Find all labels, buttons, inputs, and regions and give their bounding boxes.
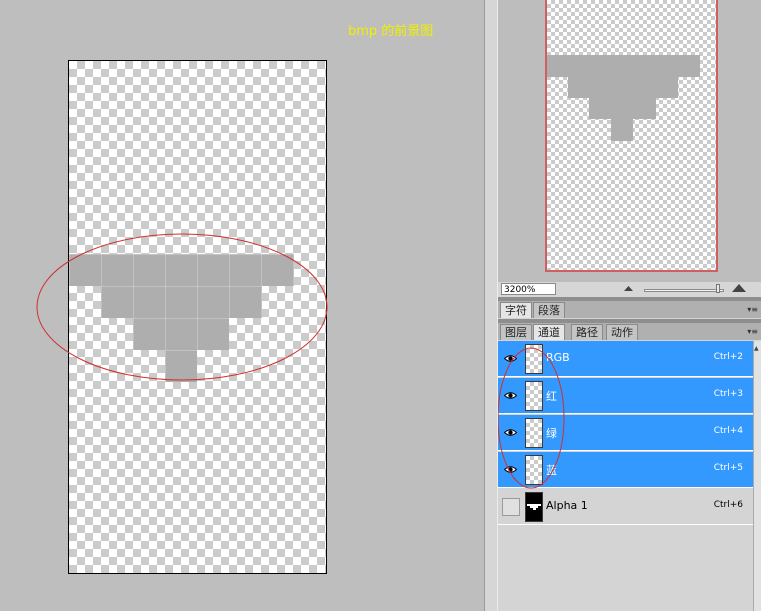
- pixel-row-2: [101, 286, 262, 318]
- annotation-title: bmp 的前景图: [348, 24, 434, 39]
- channel-shortcut: Ctrl+3: [713, 389, 743, 399]
- right-panels: 3200% 字符 段落 ▾≡ 图层 通道 路径 动作 ▾≡ RGB Ctrl+2…: [498, 0, 761, 611]
- channel-thumbnail: [525, 492, 543, 522]
- panel-divider[interactable]: [484, 0, 498, 611]
- channel-thumbnail: [525, 381, 543, 411]
- channel-shortcut: Ctrl+2: [713, 352, 743, 362]
- tab-channels[interactable]: 通道: [533, 324, 565, 340]
- channel-row-green[interactable]: 绿 Ctrl+4: [498, 415, 753, 451]
- eye-icon: [504, 466, 517, 473]
- document-canvas[interactable]: [68, 60, 327, 574]
- eye-icon: [504, 392, 517, 399]
- visibility-toggle[interactable]: [502, 350, 520, 368]
- navigator-controls: 3200%: [498, 282, 761, 297]
- zoom-input[interactable]: 3200%: [501, 283, 556, 295]
- visibility-toggle[interactable]: [502, 387, 520, 405]
- channel-shortcut: Ctrl+5: [713, 463, 743, 473]
- zoom-in-icon[interactable]: [732, 284, 746, 292]
- pixel-row-3: [133, 318, 229, 350]
- channel-row-red[interactable]: 红 Ctrl+3: [498, 378, 753, 414]
- channel-shortcut: Ctrl+6: [713, 500, 743, 510]
- char-panel-tabs: 字符 段落 ▾≡: [498, 301, 761, 318]
- zoom-out-icon[interactable]: [624, 285, 633, 291]
- nav-pixel-row-4: [611, 119, 633, 141]
- channel-row-rgb[interactable]: RGB Ctrl+2: [498, 341, 753, 377]
- channel-name: 蓝: [546, 464, 557, 477]
- zoom-slider-thumb[interactable]: [716, 284, 720, 293]
- tab-paragraph[interactable]: 段落: [533, 302, 565, 318]
- tab-layers[interactable]: 图层: [500, 324, 532, 340]
- alpha-mask-shape: [527, 504, 541, 510]
- zoom-slider[interactable]: [644, 289, 724, 292]
- channels-scrollbar[interactable]: ▲: [753, 341, 761, 611]
- nav-pixel-row-3: [589, 98, 656, 119]
- nav-pixel-row-1: [547, 55, 700, 77]
- channel-shortcut: Ctrl+4: [713, 426, 743, 436]
- channel-row-blue[interactable]: 蓝 Ctrl+5: [498, 452, 753, 488]
- channel-list: RGB Ctrl+2 红 Ctrl+3 绿 Ctrl+4 蓝 Ctrl+5 Al…: [498, 341, 753, 611]
- channel-thumbnail: [525, 344, 543, 374]
- tab-character[interactable]: 字符: [500, 302, 532, 318]
- channel-name: 绿: [546, 427, 557, 440]
- visibility-toggle[interactable]: [502, 461, 520, 479]
- channel-name: Alpha 1: [546, 499, 588, 512]
- channel-name: 红: [546, 390, 557, 403]
- eye-icon: [504, 429, 517, 436]
- nav-pixel-row-2: [568, 77, 678, 98]
- eye-icon: [504, 355, 517, 362]
- tab-paths[interactable]: 路径: [571, 324, 603, 340]
- channel-thumbnail: [525, 455, 543, 485]
- document-workspace: bmp 的前景图: [0, 0, 484, 611]
- pixel-row-4: [165, 350, 197, 382]
- visibility-toggle[interactable]: [502, 498, 520, 516]
- navigator-panel: [498, 0, 761, 282]
- layers-panel-tabs: 图层 通道 路径 动作 ▾≡: [498, 323, 761, 340]
- panel-menu-icon[interactable]: ▾≡: [747, 327, 758, 336]
- scroll-up-icon[interactable]: ▲: [754, 345, 759, 352]
- tab-actions[interactable]: 动作: [606, 324, 638, 340]
- channel-row-alpha-1[interactable]: Alpha 1 Ctrl+6: [498, 489, 753, 525]
- channel-thumbnail: [525, 418, 543, 448]
- visibility-toggle[interactable]: [502, 424, 520, 442]
- channel-name: RGB: [546, 351, 570, 364]
- pixel-row-1: [69, 254, 294, 286]
- panel-menu-icon[interactable]: ▾≡: [747, 305, 758, 314]
- navigator-preview[interactable]: [545, 0, 718, 272]
